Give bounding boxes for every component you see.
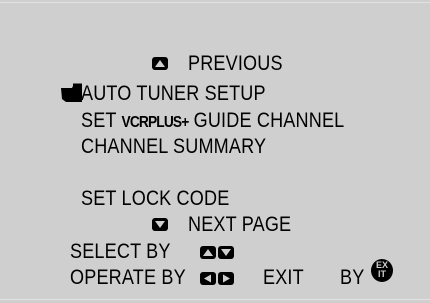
previous-page-item[interactable]: PREVIOUS xyxy=(188,52,283,76)
up-arrow-button-icon[interactable] xyxy=(152,57,168,70)
menu-item-set-vcrplus-guide-channel[interactable]: SET VCRPLUS+ GUIDE CHANNEL xyxy=(81,109,344,135)
down-arrow-button-icon[interactable] xyxy=(152,218,168,231)
menu-item-guide-channel-label: GUIDE CHANNEL xyxy=(193,109,345,132)
select-by-label: SELECT BY xyxy=(70,240,171,263)
screen-border-top xyxy=(0,2,430,3)
exit-icon-bottom-text: IT xyxy=(378,269,386,279)
exit-button-icon: EX IT xyxy=(371,259,393,282)
menu-item-set-label: SET xyxy=(81,109,117,132)
exit-label: EXIT xyxy=(263,266,304,289)
next-page-item[interactable]: NEXT PAGE xyxy=(188,213,291,237)
left-arrow-button-icon xyxy=(200,272,216,285)
menu-item-channel-summary[interactable]: CHANNEL SUMMARY xyxy=(81,135,266,159)
right-arrow-button-icon xyxy=(218,272,234,285)
onscreen-menu: PREVIOUS AUTO TUNER SETUP SET VCRPLUS+ G… xyxy=(0,0,430,303)
vcrplus-brand-label: VCRPLUS+ xyxy=(121,114,190,131)
screen-border-bottom xyxy=(0,299,430,300)
exit-by-label: BY xyxy=(340,266,365,289)
up-arrow-button-icon xyxy=(200,246,216,259)
menu-item-auto-tuner-setup[interactable]: AUTO TUNER SETUP xyxy=(81,82,266,106)
menu-item-set-lock-code[interactable]: SET LOCK CODE xyxy=(81,187,229,211)
down-arrow-button-icon xyxy=(218,246,234,259)
operate-by-label: OPERATE BY xyxy=(70,266,186,289)
